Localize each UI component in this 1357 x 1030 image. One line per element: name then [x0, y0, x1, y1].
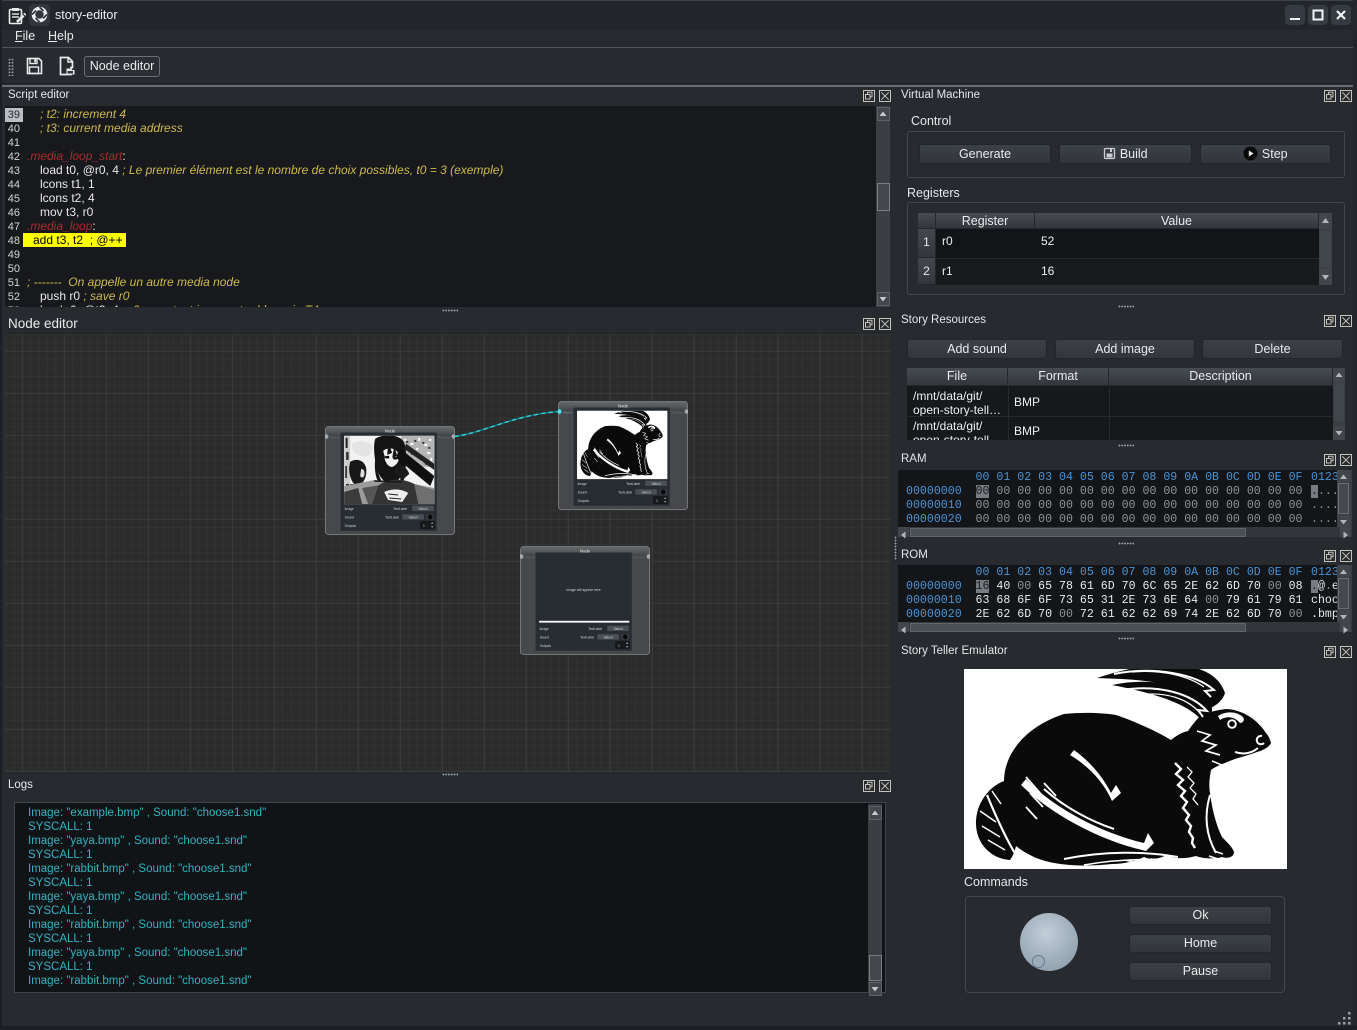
svg-text:TextLabel: TextLabel [580, 636, 594, 640]
svg-text:Select: Select [409, 516, 418, 520]
svg-text:Select: Select [614, 627, 623, 631]
svg-text:Outputs: Outputs [578, 499, 590, 503]
svg-text:Select: Select [642, 491, 651, 495]
svg-text:Image will appear here: Image will appear here [566, 588, 600, 592]
svg-text:TextLabel: TextLabel [626, 482, 640, 486]
svg-text:Node: Node [385, 428, 396, 433]
svg-text:Image: Image [540, 627, 549, 631]
svg-text:1: 1 [656, 499, 658, 503]
svg-text:Outputs: Outputs [540, 644, 552, 648]
svg-text:Port In: Port In [331, 436, 340, 440]
svg-text:Select: Select [419, 507, 428, 511]
svg-text:Port Out: Port Out [438, 436, 449, 440]
svg-text:Port In: Port In [564, 411, 573, 415]
svg-text:1: 1 [423, 524, 425, 528]
svg-text:TextLabel: TextLabel [393, 507, 407, 511]
svg-text:1: 1 [618, 644, 620, 648]
svg-text:TextLabel: TextLabel [385, 516, 399, 520]
svg-text:Sound: Sound [578, 491, 588, 495]
svg-text:Sound: Sound [540, 636, 550, 640]
svg-text:Sound: Sound [345, 516, 355, 520]
svg-text:Port In: Port In [526, 556, 535, 560]
svg-text:Select: Select [604, 636, 613, 640]
svg-text:TextLabel: TextLabel [588, 627, 602, 631]
svg-text:Image: Image [578, 482, 587, 486]
svg-text:Node: Node [580, 548, 591, 553]
svg-text:TextLabel: TextLabel [618, 491, 632, 495]
svg-text:Outputs: Outputs [345, 524, 357, 528]
svg-text:Port Out: Port Out [671, 411, 682, 415]
svg-text:Node: Node [618, 403, 629, 408]
svg-text:Image: Image [345, 507, 354, 511]
svg-text:Port Out: Port Out [633, 556, 644, 560]
svg-text:Select: Select [652, 482, 661, 486]
